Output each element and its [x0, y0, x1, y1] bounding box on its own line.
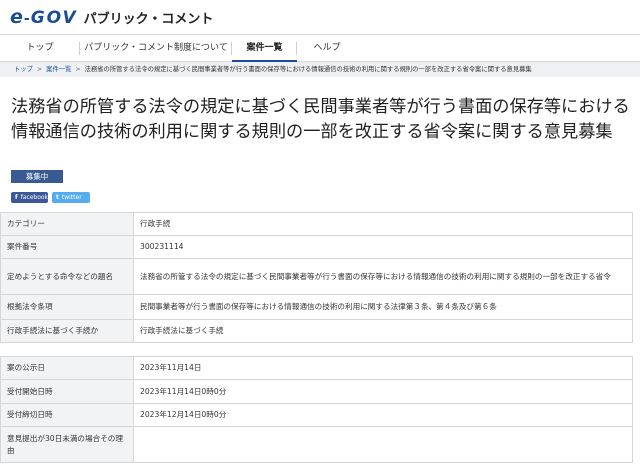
row-value: 2023年12月14日0時0分: [133, 403, 633, 427]
site-name[interactable]: パブリック・コメント: [84, 8, 214, 27]
row-value: 民間事業者等が行う書面の保存等における情報通信の技術の利用に関する法律第３条、第…: [133, 294, 633, 320]
twitter-icon: t: [56, 194, 59, 201]
egov-logo[interactable]: e - GOV: [10, 6, 78, 28]
nav-item-label: 案件一覧: [246, 43, 283, 53]
nav-item-label: パブリック・コメント制度について: [84, 43, 228, 53]
table-row: 受付締切日時 2023年12月14日0時0分: [0, 403, 633, 427]
table-row: カテゴリー 行政手続: [0, 212, 633, 236]
status-badge: 募集中: [11, 170, 63, 183]
table-row: 行政手続法に基づく手続か 行政手続法に基づく手続: [0, 319, 633, 343]
nav-item-about[interactable]: パブリック・コメント制度について: [80, 35, 232, 62]
row-label: 根拠法令条項: [0, 294, 134, 320]
main-nav: トップ パブリック・コメント制度について 案件一覧 ヘルプ: [0, 34, 640, 63]
breadcrumb-case-list[interactable]: 案件一覧: [46, 66, 71, 73]
case-details-table: カテゴリー 行政手続 案件番号 300231114 定めようとする命令などの題名…: [0, 212, 633, 343]
breadcrumb: トップ > 案件一覧 > 法務省の所管する法令の規定に基づく民間事業者等が行う書面の保存…: [0, 62, 640, 77]
row-value: 法務省の所管する法令の規定に基づく民間事業者等が行う書面の保存等における情報通信…: [133, 258, 633, 295]
table-row: 定めようとする命令などの題名 法務省の所管する法令の規定に基づく民間事業者等が行…: [0, 258, 633, 295]
twitter-share-button[interactable]: t twitter: [52, 192, 90, 203]
row-value: [133, 426, 633, 463]
row-value: 300231114: [133, 235, 633, 259]
row-label: 案の公示日: [0, 356, 134, 380]
logo-dash: -: [23, 11, 30, 27]
row-label: 意見提出が30日未満の場合その理由: [0, 426, 134, 463]
twitter-share-label: twitter: [61, 194, 82, 201]
row-label: 行政手続法に基づく手続か: [0, 319, 134, 343]
schedule-table: 案の公示日 2023年11月14日 受付開始日時 2023年11月14日0時0分…: [0, 356, 633, 463]
breadcrumb-current: 法務省の所管する法令の規定に基づく民間事業者等が行う書面の保存等における情報通信…: [84, 66, 532, 73]
row-value: 行政手続: [133, 212, 633, 236]
facebook-icon: f: [15, 194, 18, 201]
nav-item-case-list[interactable]: 案件一覧: [232, 35, 297, 63]
site-header: e - GOV パブリック・コメント: [0, 0, 640, 34]
table-row: 案の公示日 2023年11月14日: [0, 356, 633, 380]
breadcrumb-separator: >: [36, 66, 43, 73]
row-label: 受付締切日時: [0, 403, 134, 427]
breadcrumb-separator: >: [75, 66, 81, 73]
breadcrumb-top[interactable]: トップ: [14, 66, 33, 73]
nav-item-top[interactable]: トップ: [0, 35, 80, 62]
table-row: 受付開始日時 2023年11月14日0時0分: [0, 379, 633, 404]
row-label: 定めようとする命令などの題名: [0, 258, 134, 295]
table-row: 意見提出が30日未満の場合その理由: [0, 426, 633, 463]
row-label: 受付開始日時: [0, 379, 134, 404]
nav-item-label: トップ: [26, 43, 54, 53]
row-value: 2023年11月14日: [133, 356, 633, 380]
row-label: カテゴリー: [0, 212, 134, 236]
facebook-share-button[interactable]: f facebook: [11, 192, 48, 203]
nav-item-help[interactable]: ヘルプ: [297, 35, 357, 62]
row-value: 2023年11月14日0時0分: [133, 379, 633, 404]
page-title: 法務省の所管する法令の規定に基づく民間事業者等が行う書面の保存等における情報通信…: [11, 97, 630, 142]
logo-gov: GOV: [30, 8, 78, 28]
table-row: 根拠法令条項 民間事業者等が行う書面の保存等における情報通信の技術の利用に関する…: [0, 294, 633, 320]
row-label: 案件番号: [0, 235, 134, 259]
row-value: 行政手続法に基づく手続: [133, 319, 633, 343]
facebook-share-label: facebook: [20, 194, 49, 201]
table-row: 案件番号 300231114: [0, 235, 633, 259]
nav-item-label: ヘルプ: [313, 43, 341, 53]
logo-e: e: [10, 6, 23, 28]
